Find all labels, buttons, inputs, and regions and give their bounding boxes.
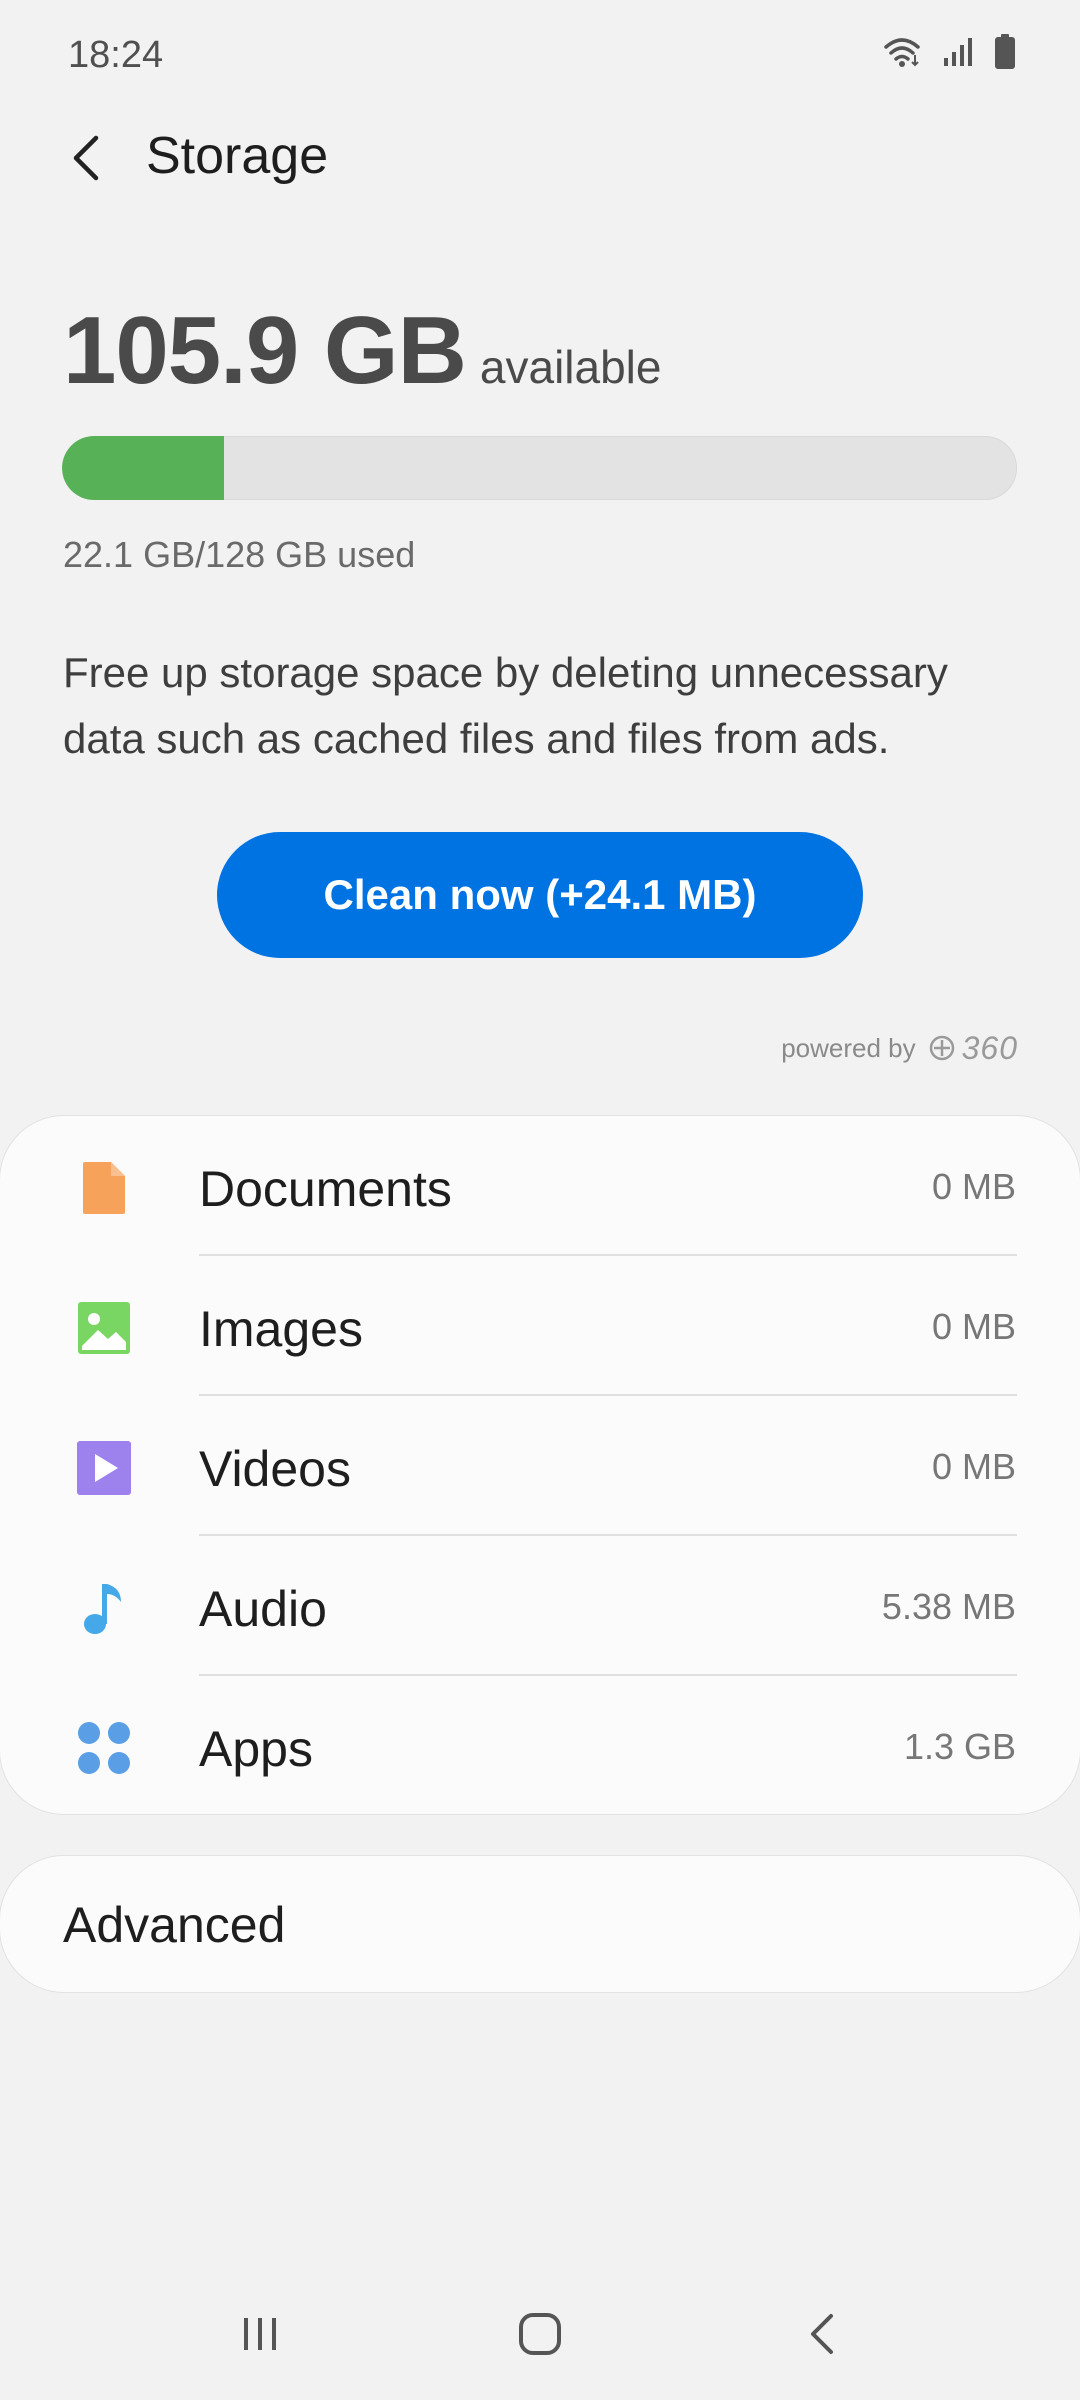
category-size: 1.3 GB: [903, 1726, 1016, 1767]
category-label: Documents: [199, 1161, 452, 1217]
document-icon: [74, 1158, 134, 1218]
category-size: 0 MB: [931, 1446, 1016, 1487]
brand-360-icon: [929, 1035, 954, 1061]
storage-categories-card: Documents 0 MB Images 0 MB Videos 0 MB A…: [0, 1116, 1080, 1814]
category-size: 5.38 MB: [881, 1586, 1016, 1627]
used-storage-text: 22.1 GB/128 GB used: [63, 534, 416, 575]
category-label: Videos: [199, 1441, 351, 1497]
recents-button[interactable]: [220, 2306, 300, 2366]
powered-by: powered by 360: [781, 1028, 1018, 1068]
category-row-documents[interactable]: Documents 0 MB: [0, 1116, 1080, 1256]
navigation-bar: [0, 2286, 1080, 2386]
clean-now-button[interactable]: Clean now (+24.1 MB): [217, 832, 863, 958]
category-size: 0 MB: [931, 1306, 1016, 1347]
available-label: available: [479, 341, 662, 393]
brand-360-logo: 360: [928, 1030, 1018, 1067]
back-icon: [807, 2312, 837, 2361]
category-row-apps[interactable]: Apps 1.3 GB: [0, 1676, 1080, 1816]
home-button[interactable]: [500, 2306, 580, 2366]
back-arrow-icon: [70, 134, 102, 187]
storage-summary: 105.9 GB available: [63, 296, 661, 406]
status-icons: [882, 33, 1016, 75]
storage-progress-fill: [62, 436, 225, 500]
apps-icon: [74, 1718, 134, 1778]
brand-360-text: 360: [961, 1029, 1018, 1066]
status-bar: 18:24: [0, 0, 1080, 110]
category-size: 0 MB: [931, 1166, 1016, 1207]
battery-icon: [994, 33, 1016, 75]
app-bar: Storage: [0, 120, 1080, 200]
recents-icon: [240, 2314, 280, 2359]
wifi-icon: [882, 35, 922, 74]
image-icon: [74, 1298, 134, 1358]
category-row-audio[interactable]: Audio 5.38 MB: [0, 1536, 1080, 1676]
category-row-videos[interactable]: Videos 0 MB: [0, 1396, 1080, 1536]
page-title: Storage: [146, 127, 329, 185]
storage-progress-bar: [62, 436, 1017, 500]
category-row-images[interactable]: Images 0 MB: [0, 1256, 1080, 1396]
video-icon: [74, 1438, 134, 1498]
category-label: Apps: [199, 1721, 313, 1777]
category-label: Audio: [199, 1581, 327, 1637]
available-amount: 105.9 GB: [63, 297, 467, 404]
clean-description: Free up storage space by deleting unnece…: [63, 649, 948, 762]
advanced-card[interactable]: Advanced: [0, 1856, 1080, 1992]
category-label: Images: [199, 1301, 363, 1357]
signal-icon: [942, 36, 974, 73]
powered-by-label: powered by: [781, 1032, 916, 1063]
back-button[interactable]: [56, 120, 116, 200]
music-note-icon: [74, 1578, 134, 1638]
advanced-label: Advanced: [63, 1897, 286, 1953]
nav-back-button[interactable]: [782, 2306, 862, 2366]
status-time: 18:24: [68, 34, 164, 76]
home-icon: [518, 2312, 562, 2361]
